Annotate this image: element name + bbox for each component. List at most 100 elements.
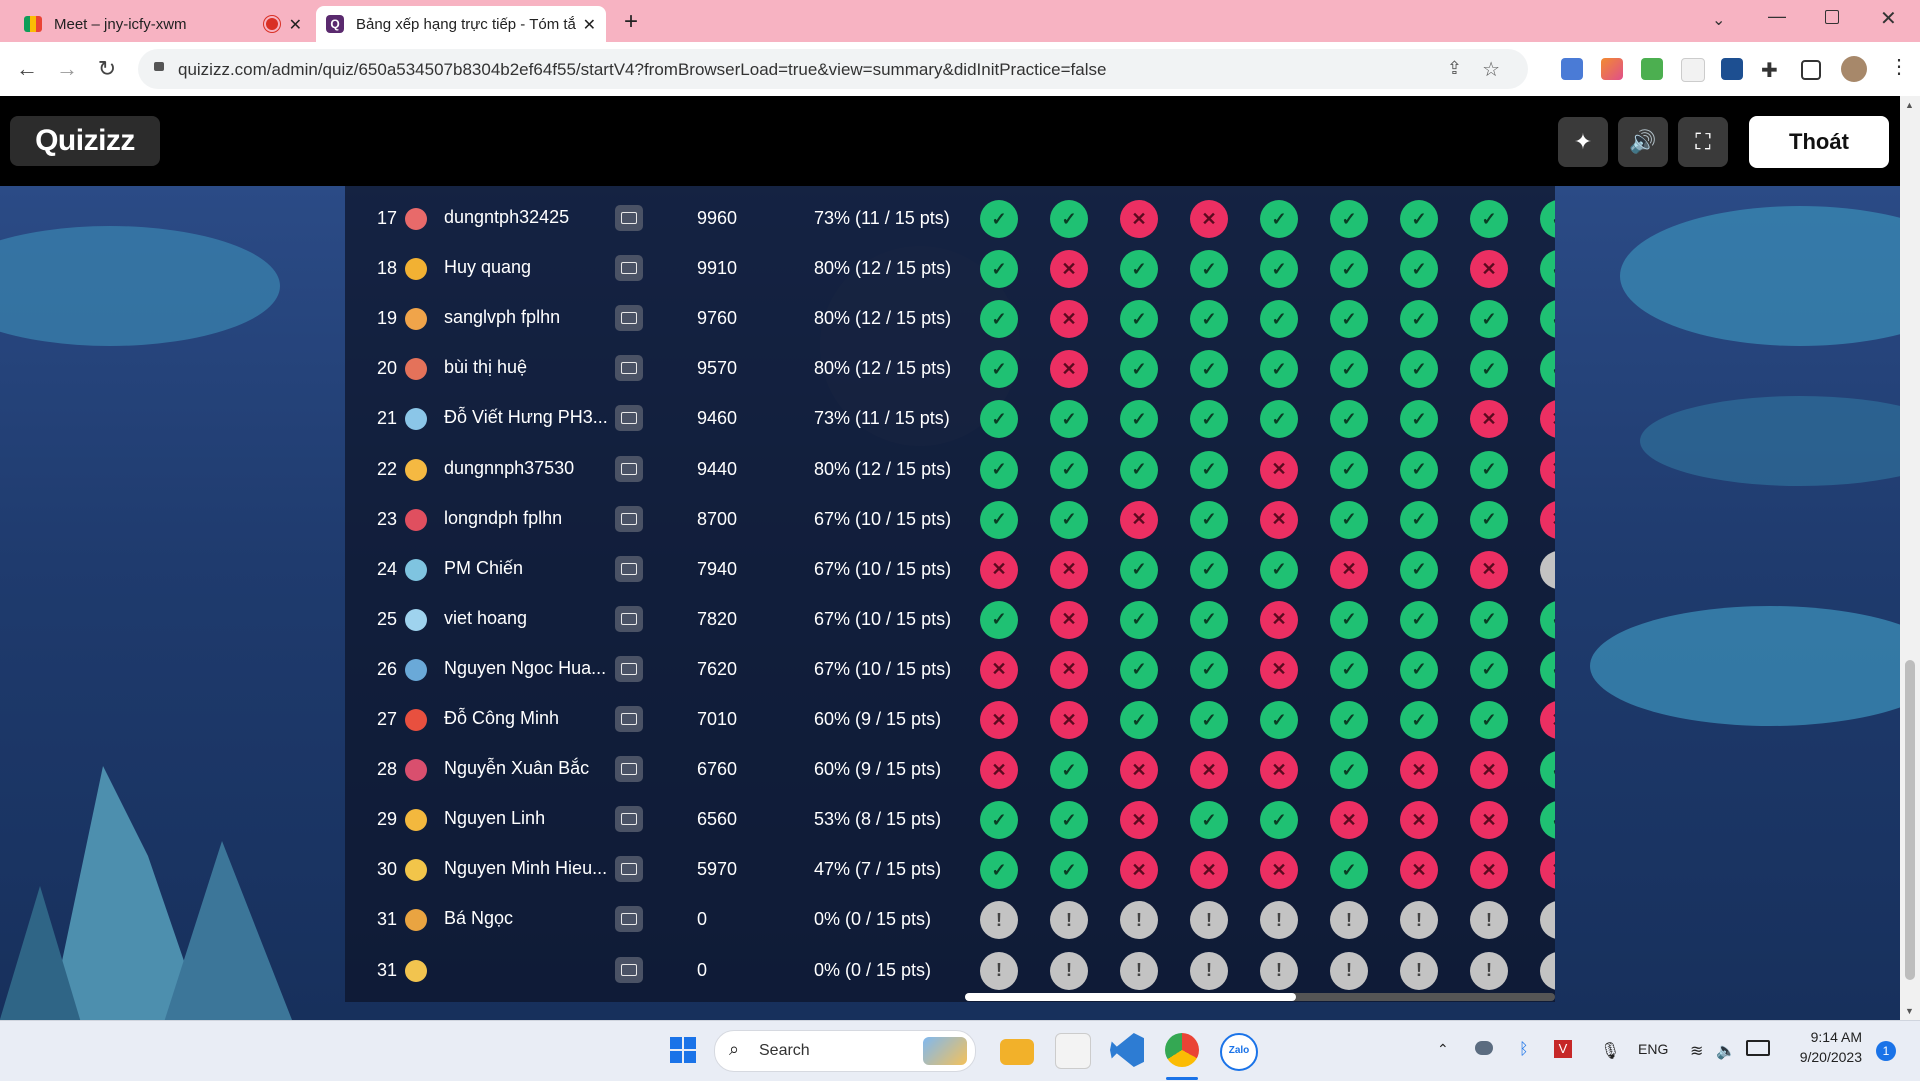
correct-answer-icon[interactable]: ✓ <box>1260 801 1298 840</box>
wrong-answer-icon[interactable]: ✕ <box>1260 450 1298 489</box>
wrong-answer-icon[interactable]: ✕ <box>1050 600 1088 639</box>
wrong-answer-icon[interactable]: ✕ <box>1120 801 1158 840</box>
correct-answer-icon[interactable]: ✓ <box>980 400 1018 439</box>
correct-answer-icon[interactable]: ✓ <box>1540 350 1555 389</box>
wrong-answer-icon[interactable]: ✕ <box>1540 851 1555 890</box>
correct-answer-icon[interactable]: ✓ <box>1190 400 1228 439</box>
correct-answer-icon[interactable]: ✓ <box>1120 550 1158 589</box>
wrong-answer-icon[interactable]: ✕ <box>1260 600 1298 639</box>
wrong-answer-icon[interactable]: ✕ <box>1470 400 1508 439</box>
correct-answer-icon[interactable]: ✓ <box>1330 600 1368 639</box>
correct-answer-icon[interactable]: ✓ <box>1260 701 1298 739</box>
correct-answer-icon[interactable]: ✓ <box>980 500 1018 539</box>
wrong-answer-icon[interactable]: ✕ <box>1470 851 1508 890</box>
message-envelope-icon[interactable] <box>615 405 643 432</box>
message-envelope-icon[interactable] <box>615 706 643 732</box>
correct-answer-icon[interactable]: ✓ <box>1120 300 1158 339</box>
wrong-answer-icon[interactable]: ✕ <box>1050 701 1088 739</box>
correct-answer-icon[interactable]: ✓ <box>1120 400 1158 439</box>
correct-answer-icon[interactable]: ✓ <box>1260 400 1298 439</box>
share-icon[interactable]: ⇪ <box>1447 58 1462 79</box>
scroll-up-icon[interactable]: ▲ <box>1905 100 1914 110</box>
wrong-answer-icon[interactable]: ✕ <box>1120 751 1158 790</box>
correct-answer-icon[interactable]: ✓ <box>1260 200 1298 238</box>
bluetooth-icon[interactable]: ᛒ <box>1519 1041 1529 1059</box>
correct-answer-icon[interactable]: ✓ <box>1050 751 1088 790</box>
correct-answer-icon[interactable]: ✓ <box>1190 450 1228 489</box>
message-envelope-icon[interactable] <box>615 505 643 532</box>
correct-answer-icon[interactable]: ✓ <box>1120 600 1158 639</box>
volume-icon[interactable]: 🔊 <box>1618 117 1668 167</box>
correct-answer-icon[interactable]: ✓ <box>1190 701 1228 739</box>
correct-answer-icon[interactable]: ✓ <box>1400 300 1438 339</box>
correct-answer-icon[interactable]: ✓ <box>1470 450 1508 489</box>
correct-answer-icon[interactable]: ✓ <box>1470 350 1508 389</box>
unanswered-icon[interactable]: ! <box>1120 901 1158 940</box>
address-bar[interactable]: quizizz.com/admin/quiz/650a534507b8304b2… <box>138 49 1528 89</box>
unanswered-icon[interactable]: ! <box>1190 901 1228 940</box>
correct-answer-icon[interactable]: ✓ <box>1190 250 1228 289</box>
side-panel-icon[interactable] <box>1801 60 1821 80</box>
correct-answer-icon[interactable]: ✓ <box>1190 600 1228 639</box>
correct-answer-icon[interactable]: ✓ <box>1400 500 1438 539</box>
unanswered-icon[interactable]: ! <box>1050 901 1088 940</box>
wrong-answer-icon[interactable]: ✕ <box>1540 400 1555 439</box>
wrong-answer-icon[interactable]: ✕ <box>1260 751 1298 790</box>
calendar-extension-icon[interactable] <box>1681 58 1705 82</box>
wrong-answer-icon[interactable]: ✕ <box>1400 801 1438 840</box>
puzzle-game-extension-icon[interactable] <box>1641 58 1663 80</box>
correct-answer-icon[interactable]: ✓ <box>1120 350 1158 389</box>
correct-answer-icon[interactable]: ✓ <box>1540 300 1555 339</box>
correct-answer-icon[interactable]: ✓ <box>1330 701 1368 739</box>
wrong-answer-icon[interactable]: ✕ <box>980 650 1018 689</box>
language-indicator[interactable]: ENG <box>1638 1041 1668 1057</box>
correct-answer-icon[interactable]: ✓ <box>1260 550 1298 589</box>
wrong-answer-icon[interactable]: ✕ <box>1470 550 1508 589</box>
exit-button[interactable]: Thoát <box>1749 116 1889 168</box>
microphone-icon[interactable]: 🎙 <box>1600 1041 1620 1061</box>
new-tab-button[interactable]: + <box>624 8 638 36</box>
correct-answer-icon[interactable]: ✓ <box>1540 200 1555 238</box>
correct-answer-icon[interactable]: ✓ <box>1120 450 1158 489</box>
wrong-answer-icon[interactable]: ✕ <box>1470 250 1508 289</box>
wrong-answer-icon[interactable]: ✕ <box>1470 751 1508 790</box>
correct-answer-icon[interactable]: ✓ <box>1330 400 1368 439</box>
wrong-answer-icon[interactable]: ✕ <box>1400 851 1438 890</box>
correct-answer-icon[interactable]: ✓ <box>980 851 1018 890</box>
correct-answer-icon[interactable]: ✓ <box>980 600 1018 639</box>
extensions-puzzle-icon[interactable]: ✚ <box>1761 58 1783 82</box>
url-text[interactable]: quizizz.com/admin/quiz/650a534507b8304b2… <box>178 60 1106 80</box>
page-scrollbar-thumb[interactable] <box>1905 660 1915 980</box>
message-envelope-icon[interactable] <box>615 605 643 632</box>
correct-answer-icon[interactable]: ✓ <box>1540 600 1555 639</box>
correct-answer-icon[interactable]: ✓ <box>1330 350 1368 389</box>
correct-answer-icon[interactable]: ✓ <box>1050 200 1088 238</box>
correct-answer-icon[interactable]: ✓ <box>1190 550 1228 589</box>
vscode-icon[interactable] <box>1110 1033 1144 1067</box>
tab-search-chevron-icon[interactable]: ⌄ <box>1712 10 1725 30</box>
message-envelope-icon[interactable] <box>615 906 643 933</box>
correct-answer-icon[interactable]: ✓ <box>1330 500 1368 539</box>
message-envelope-icon[interactable] <box>615 956 643 983</box>
message-envelope-icon[interactable] <box>615 355 643 382</box>
wrong-answer-icon[interactable]: ✕ <box>1190 851 1228 890</box>
unanswered-icon[interactable]: ! <box>1330 901 1368 940</box>
correct-answer-icon[interactable]: ✓ <box>1190 650 1228 689</box>
correct-answer-icon[interactable]: ✓ <box>1470 600 1508 639</box>
correct-answer-icon[interactable]: ✓ <box>1330 450 1368 489</box>
speaker-icon[interactable]: 🔈 <box>1716 1041 1736 1061</box>
wrong-answer-icon[interactable]: ✕ <box>1330 550 1368 589</box>
zalo-icon[interactable]: Zalo <box>1220 1033 1258 1071</box>
correct-answer-icon[interactable]: ✓ <box>1050 500 1088 539</box>
unanswered-icon[interactable]: ! <box>1190 951 1228 990</box>
unanswered-icon[interactable]: ! <box>1540 550 1555 589</box>
correct-answer-icon[interactable]: ✓ <box>1400 701 1438 739</box>
correct-answer-icon[interactable]: ✓ <box>1050 801 1088 840</box>
unanswered-icon[interactable]: ! <box>1540 901 1555 940</box>
unanswered-icon[interactable]: ! <box>980 951 1018 990</box>
message-envelope-icon[interactable] <box>615 205 643 231</box>
unanswered-icon[interactable]: ! <box>1470 951 1508 990</box>
correct-answer-icon[interactable]: ✓ <box>1190 350 1228 389</box>
close-icon[interactable]: ✕ <box>289 15 302 35</box>
translate-icon[interactable] <box>1561 58 1583 80</box>
